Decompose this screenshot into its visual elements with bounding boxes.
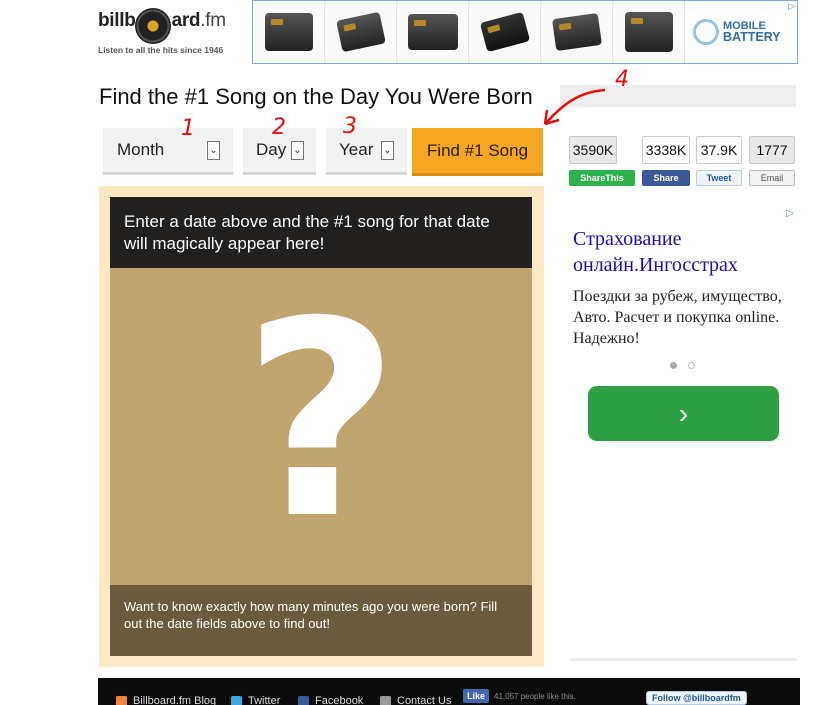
email-share-button[interactable]: Email xyxy=(749,170,795,186)
sidebar-divider xyxy=(570,658,797,661)
month-select[interactable]: Month ⌄ xyxy=(103,128,233,175)
annotation-number: 3 xyxy=(343,114,357,139)
logo-tagline: Listen to all the hits since 1946 xyxy=(98,45,224,55)
vinyl-record-icon xyxy=(135,8,171,44)
chevron-down-icon[interactable]: ⌄ xyxy=(207,141,220,160)
carousel-dot[interactable] xyxy=(670,362,677,369)
side-ad-text: Поездки за рубеж, имущество, Авто. Расче… xyxy=(573,288,782,347)
year-select[interactable]: Year ⌄ xyxy=(326,128,407,175)
facebook-share-widget[interactable]: 3338K Share xyxy=(642,136,690,186)
like-count: 41,057 people like this. xyxy=(494,691,576,701)
ad-brand[interactable]: MOBILE BATTERY xyxy=(685,1,797,63)
side-ad-next-button[interactable]: › xyxy=(588,386,779,441)
month-select-label: Month xyxy=(117,140,165,159)
tweet-count: 37.9K xyxy=(696,136,742,164)
carousel-dot[interactable] xyxy=(688,362,695,369)
song-placeholder: ? xyxy=(110,268,532,585)
footer-blog-link[interactable]: Billboard.fm Blog xyxy=(116,695,216,705)
chevron-down-icon[interactable]: ⌄ xyxy=(291,141,304,160)
footer-twitter-link[interactable]: Twitter xyxy=(231,695,280,705)
adchoices-icon[interactable]: ▷ xyxy=(786,208,794,219)
footer-contact-link[interactable]: Contact Us xyxy=(380,695,451,705)
battery-image xyxy=(624,12,673,52)
day-select-label: Day xyxy=(256,140,287,159)
facebook-share-count: 3338K xyxy=(642,136,690,164)
battery-image xyxy=(551,12,602,52)
twitter-follow-button[interactable]: Follow @billboardfm xyxy=(646,691,747,705)
carousel-dots xyxy=(670,362,695,369)
ad-product-tile[interactable] xyxy=(613,1,685,63)
sharethis-widget[interactable]: 3590K ShareThis xyxy=(569,136,635,186)
battery-image xyxy=(335,11,386,53)
panel-footer-text: Want to know exactly how many minutes ag… xyxy=(110,585,532,656)
mail-icon xyxy=(380,695,391,705)
year-select-label: Year xyxy=(339,140,374,159)
tweet-button[interactable]: Tweet xyxy=(696,170,742,186)
ad-product-tile[interactable] xyxy=(253,1,325,63)
chevron-down-icon[interactable]: ⌄ xyxy=(381,141,394,160)
battery-image xyxy=(407,14,458,50)
twitter-icon xyxy=(231,695,242,705)
side-ad[interactable]: Страхование онлайн.Ингосстрах Поездки за… xyxy=(573,226,793,349)
footer-facebook-link[interactable]: Facebook xyxy=(298,695,363,705)
email-share-widget[interactable]: 1777 Email xyxy=(749,136,795,186)
sharethis-count: 3590K xyxy=(569,136,617,164)
top-ad-banner[interactable]: MOBILE BATTERY ▷ xyxy=(252,0,798,64)
rss-icon xyxy=(116,695,127,705)
brand-logo-icon xyxy=(693,19,719,45)
annotation-arrow-icon xyxy=(543,88,606,126)
adchoices-icon[interactable]: ▷ xyxy=(788,1,795,12)
side-ad-title[interactable]: Страхование онлайн.Ингосстрах xyxy=(573,226,793,278)
battery-image xyxy=(264,13,313,51)
tweet-widget[interactable]: 37.9K Tweet xyxy=(696,136,742,186)
ad-brand-line2: BATTERY xyxy=(723,30,781,44)
facebook-like-button[interactable]: Like xyxy=(463,689,490,703)
page-title: Find the #1 Song on the Day You Were Bor… xyxy=(99,84,533,109)
facebook-share-button[interactable]: Share xyxy=(642,170,690,186)
question-mark-icon: ? xyxy=(242,263,400,578)
panel-heading: Enter a date above and the #1 song for t… xyxy=(110,197,532,268)
facebook-like-widget[interactable]: Like 41,057 people like this. xyxy=(463,689,576,703)
ad-product-tile[interactable] xyxy=(541,1,613,63)
find-song-button[interactable]: Find #1 Song xyxy=(412,128,543,176)
ad-product-tile[interactable] xyxy=(469,1,541,63)
chevron-right-icon: › xyxy=(678,397,689,429)
sharethis-button[interactable]: ShareThis xyxy=(569,170,635,186)
facebook-icon xyxy=(298,695,309,705)
billboard-logo[interactable]: billb ard.fm Listen to all the hits since… xyxy=(98,6,238,58)
song-result-panel: Enter a date above and the #1 song for t… xyxy=(99,186,544,667)
page-footer: Billboard.fm Blog Twitter Facebook Conta… xyxy=(98,678,800,705)
ad-product-tile[interactable] xyxy=(397,1,469,63)
annotation-number: 1 xyxy=(181,116,195,141)
ad-product-tile[interactable] xyxy=(325,1,397,63)
email-share-count: 1777 xyxy=(749,136,795,164)
battery-image xyxy=(479,11,530,53)
annotation-number: 2 xyxy=(272,115,286,140)
annotation-number: 4 xyxy=(615,67,629,92)
